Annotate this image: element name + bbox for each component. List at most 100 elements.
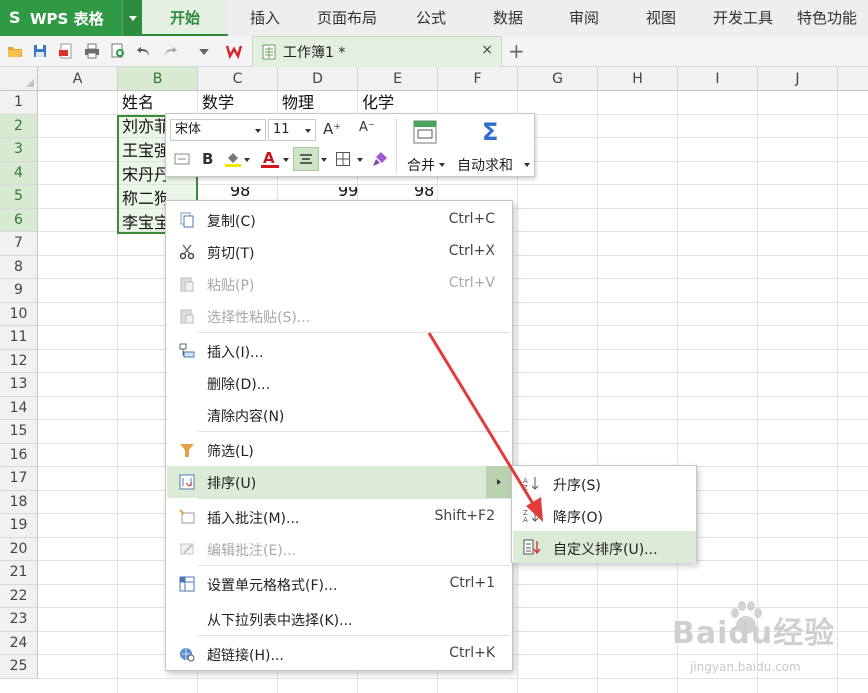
chevron-down-icon[interactable]: [244, 158, 250, 162]
font-name-select[interactable]: 宋体: [170, 119, 266, 141]
column-header-d[interactable]: D: [278, 67, 358, 91]
context-menu-item-6[interactable]: 删除(D)...: [167, 367, 512, 399]
cell-e5-partial[interactable]: 98: [410, 187, 438, 200]
context-menu-item-14[interactable]: 超链接(H)... Ctrl+K: [167, 638, 512, 670]
decrease-font-button[interactable]: A⁻: [359, 120, 375, 135]
row-header-10[interactable]: 10: [0, 302, 38, 326]
undo-icon[interactable]: [136, 43, 152, 59]
cell-d1[interactable]: 物理: [278, 91, 358, 114]
bold-button[interactable]: B: [202, 150, 213, 168]
column-header-c[interactable]: C: [198, 67, 278, 91]
row-header-3[interactable]: 3: [0, 138, 38, 162]
cell-b2[interactable]: 刘亦菲: [118, 115, 166, 138]
row-header-5[interactable]: 5: [0, 185, 38, 209]
row-header-2[interactable]: 2: [0, 114, 38, 138]
wps-docs-icon[interactable]: [226, 43, 242, 59]
chevron-down-icon[interactable]: [321, 158, 327, 162]
app-menu-button[interactable]: S WPS 表格: [0, 0, 142, 36]
context-menu-item-1[interactable]: 复制(C) Ctrl+C: [167, 204, 512, 236]
format-painter-icon[interactable]: [371, 150, 389, 168]
select-all-corner[interactable]: [0, 67, 38, 91]
column-header-g[interactable]: G: [518, 67, 598, 91]
document-tab[interactable]: 工作簿1 * ×: [252, 36, 502, 67]
context-menu-item-10[interactable]: 插入批注(M)... Shift+F2: [167, 501, 512, 533]
row-header-22[interactable]: 22: [0, 584, 38, 608]
column-header-h[interactable]: H: [598, 67, 678, 91]
merge-cells-button[interactable]: 合并: [404, 120, 445, 176]
customize-toolbar-icon[interactable]: [196, 43, 212, 59]
sort-ascending-item[interactable]: A Z 升序(S): [513, 467, 696, 499]
tab-data[interactable]: 数据: [470, 0, 546, 36]
cell-e1[interactable]: 化学: [358, 91, 438, 114]
cell-b6[interactable]: 李宝宝: [118, 211, 166, 234]
context-menu-item-8[interactable]: 筛选(L): [167, 434, 512, 466]
row-header-19[interactable]: 19: [0, 514, 38, 538]
column-header-k[interactable]: [838, 67, 868, 91]
cell-c1[interactable]: 数学: [198, 91, 278, 114]
font-size-select[interactable]: 11: [268, 119, 316, 141]
save-icon[interactable]: [32, 43, 48, 59]
row-header-6[interactable]: 6: [0, 208, 38, 232]
format-brush-small-icon[interactable]: [174, 151, 190, 167]
row-header-13[interactable]: 13: [0, 373, 38, 397]
cell-d5-partial[interactable]: 99: [334, 187, 358, 200]
borders-icon[interactable]: [335, 151, 351, 167]
export-pdf-icon[interactable]: [58, 43, 74, 59]
row-header-16[interactable]: 16: [0, 443, 38, 467]
row-header-24[interactable]: 24: [0, 631, 38, 655]
row-header-15[interactable]: 15: [0, 420, 38, 444]
row-header-14[interactable]: 14: [0, 396, 38, 420]
context-menu-item-2[interactable]: 剪切(T) Ctrl+X: [167, 236, 512, 268]
cell-b3[interactable]: 王宝强: [118, 139, 166, 162]
column-header-b[interactable]: B: [118, 67, 198, 91]
cell-b5[interactable]: 称二狗: [118, 187, 166, 210]
row-header-25[interactable]: 25: [0, 655, 38, 679]
row-header-20[interactable]: 20: [0, 537, 38, 561]
close-icon[interactable]: ×: [481, 42, 493, 58]
increase-font-button[interactable]: A⁺: [323, 120, 341, 138]
row-header-9[interactable]: 9: [0, 279, 38, 303]
autosum-button[interactable]: Σ 自动求和: [454, 118, 532, 176]
row-header-23[interactable]: 23: [0, 608, 38, 632]
chevron-down-icon[interactable]: [305, 129, 311, 133]
font-color-button[interactable]: A: [260, 147, 280, 171]
print-preview-icon[interactable]: [110, 43, 126, 59]
context-menu-item-5[interactable]: 插入(I)...: [167, 335, 512, 367]
chevron-down-icon[interactable]: [283, 158, 289, 162]
cell-b4[interactable]: 宋丹丹: [118, 163, 166, 186]
fill-color-icon[interactable]: [224, 150, 242, 168]
print-icon[interactable]: [84, 43, 100, 59]
align-center-button[interactable]: [293, 147, 319, 171]
row-header-17[interactable]: 17: [0, 467, 38, 491]
column-header-i[interactable]: I: [678, 67, 758, 91]
redo-icon[interactable]: [162, 43, 178, 59]
sort-descending-item[interactable]: Z A 降序(O): [513, 499, 696, 531]
open-folder-icon[interactable]: [7, 43, 23, 59]
tab-review[interactable]: 审阅: [546, 0, 622, 36]
tab-developer[interactable]: 开发工具: [700, 0, 786, 36]
tab-special-features[interactable]: 特色功能: [786, 0, 868, 36]
context-menu-item-13[interactable]: 从下拉列表中选择(K)...: [167, 603, 512, 635]
column-header-a[interactable]: A: [38, 67, 118, 91]
row-header-8[interactable]: 8: [0, 255, 38, 279]
custom-sort-item[interactable]: 自定义排序(U)...: [513, 531, 696, 563]
row-header-1[interactable]: 1: [0, 91, 38, 115]
tab-insert[interactable]: 插入: [228, 0, 302, 36]
cell-b1[interactable]: 姓名: [118, 91, 198, 114]
chevron-down-icon[interactable]: [122, 0, 142, 36]
column-header-j[interactable]: J: [758, 67, 838, 91]
row-header-11[interactable]: 11: [0, 326, 38, 350]
submenu-arrow-icon[interactable]: [486, 466, 512, 498]
chevron-down-icon[interactable]: [357, 158, 363, 162]
tab-view[interactable]: 视图: [622, 0, 700, 36]
column-header-e[interactable]: E: [358, 67, 438, 91]
context-menu-item-12[interactable]: 设置单元格格式(F)... Ctrl+1: [167, 568, 512, 600]
row-header-12[interactable]: 12: [0, 349, 38, 373]
context-menu-item-7[interactable]: 清除内容(N): [167, 399, 512, 431]
row-header-18[interactable]: 18: [0, 490, 38, 514]
cell-c5-partial[interactable]: 98: [226, 187, 250, 200]
tab-page-layout[interactable]: 页面布局: [302, 0, 392, 36]
chevron-down-icon[interactable]: [255, 129, 261, 133]
new-tab-button[interactable]: +: [508, 39, 525, 63]
row-header-21[interactable]: 21: [0, 561, 38, 585]
